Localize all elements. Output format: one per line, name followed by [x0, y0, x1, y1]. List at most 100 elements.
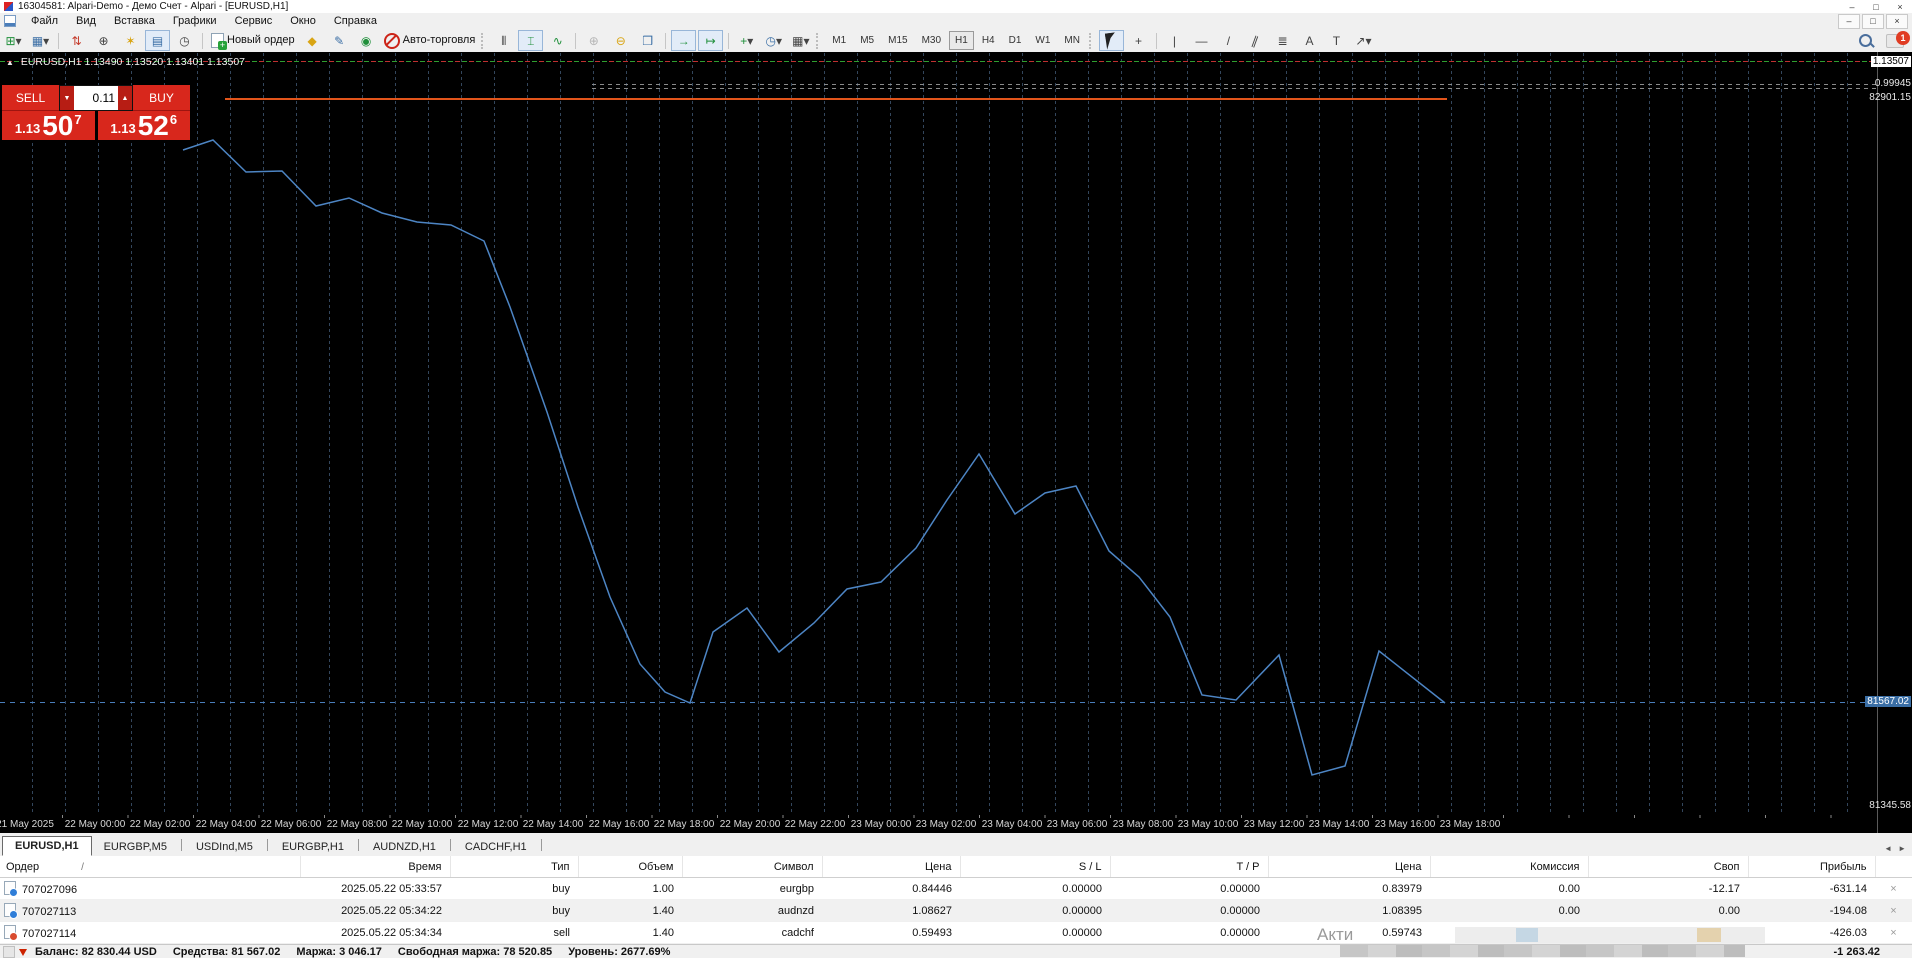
menu-file[interactable]: Файл	[22, 15, 67, 27]
bar-chart-button[interactable]: ⫴	[491, 30, 516, 51]
child-restore-button[interactable]: □	[1862, 13, 1884, 29]
menu-charts[interactable]: Графики	[164, 15, 226, 27]
time-label: 22 May 14:00	[522, 819, 584, 830]
toolbar-grip	[481, 32, 486, 49]
col-symbol[interactable]: Символ	[682, 856, 823, 878]
channel-tool[interactable]: ∥	[1243, 30, 1268, 51]
order-row[interactable]: 707027096 2025.05.22 05:33:57 buy 1.00 e…	[0, 877, 1912, 900]
col-commission[interactable]: Комиссия	[1430, 856, 1589, 878]
censor-blur	[1340, 945, 1745, 957]
tab-eurusd-h1[interactable]: EURUSD,H1	[2, 836, 92, 856]
tab-scroll-left-icon[interactable]: ◄	[1884, 844, 1892, 853]
menu-insert[interactable]: Вставка	[105, 15, 164, 27]
chart-shift-button[interactable]: ↦	[698, 30, 724, 51]
new-order-button[interactable]: + Новый ордер	[208, 30, 298, 51]
timeframe-m1[interactable]: M1	[826, 31, 852, 50]
horizontal-line-tool[interactable]: —	[1189, 30, 1214, 51]
col-sl[interactable]: S / L	[960, 856, 1111, 878]
menu-help[interactable]: Справка	[325, 15, 386, 27]
col-volume[interactable]: Объем	[578, 856, 683, 878]
fibonacci-tool[interactable]: ≣	[1270, 30, 1295, 51]
new-chart-button[interactable]: ⊞ ▾	[1, 30, 26, 51]
col-time[interactable]: Время	[300, 856, 451, 878]
search-icon[interactable]	[1859, 34, 1872, 47]
cursor-tool-button[interactable]	[1098, 30, 1124, 51]
time-label: 23 May 08:00	[1112, 819, 1174, 830]
tab-usdind-m5[interactable]: USDInd,M5	[184, 838, 265, 856]
crosshair-tool-button[interactable]: +	[1126, 30, 1151, 51]
col-open-price[interactable]: Цена	[822, 856, 961, 878]
strategy-tester-button[interactable]: ◷	[172, 30, 197, 51]
tab-eurgbp-m5[interactable]: EURGBP,M5	[92, 838, 179, 856]
col-order[interactable]: Ордер /	[0, 856, 301, 878]
tab-scroll-right-icon[interactable]: ►	[1898, 844, 1906, 853]
buy-button[interactable]: BUY	[133, 85, 190, 111]
text-tool[interactable]: A	[1297, 30, 1322, 51]
timeframe-d1[interactable]: D1	[1003, 31, 1028, 50]
volume-down-button[interactable]: ▼	[60, 86, 74, 110]
ask-price[interactable]: 1.13 52 6	[97, 111, 190, 140]
timeframe-h1[interactable]: H1	[949, 31, 974, 50]
chart-area[interactable]: ▲ EURUSD,H1 1.13490 1.13520 1.13401 1.13…	[0, 52, 1877, 815]
current-price-label: 1.13507	[1870, 56, 1911, 67]
timeframe-m5[interactable]: M5	[854, 31, 880, 50]
indicators-button[interactable]: + ▾	[734, 30, 759, 51]
megaphone-icon[interactable]: ◆	[300, 30, 325, 51]
label-tool[interactable]: T	[1324, 30, 1349, 51]
order-row[interactable]: 707027113 2025.05.22 05:34:22 buy 1.40 a…	[0, 899, 1912, 922]
menu-window[interactable]: Окно	[281, 15, 325, 27]
trendline-tool[interactable]: /	[1216, 30, 1241, 51]
autotrading-disabled-icon	[383, 32, 400, 49]
close-position-icon[interactable]: ×	[1875, 899, 1912, 922]
data-window-button[interactable]: ⊕	[91, 30, 116, 51]
price-axis[interactable]: 1.13507 0.99945 82901.15 81567.02 81345.…	[1865, 52, 1912, 833]
child-minimize-button[interactable]: ‒	[1838, 13, 1860, 29]
col-type[interactable]: Тип	[450, 856, 579, 878]
volume-input[interactable]: 0.11	[74, 86, 118, 110]
autoscroll-button[interactable]: →	[671, 30, 697, 51]
close-position-icon[interactable]: ×	[1875, 921, 1912, 944]
tab-audnzd-h1[interactable]: AUDNZD,H1	[361, 838, 448, 856]
zoom-out-button[interactable]: ⊖	[608, 30, 633, 51]
time-label: 22 May 18:00	[653, 819, 715, 830]
navigator-button[interactable]: ✶	[118, 30, 143, 51]
arrows-tool[interactable]: ↗ ▾	[1351, 30, 1376, 51]
autotrading-button[interactable]: Авто-торговля	[381, 30, 479, 51]
market-watch-button[interactable]: ⇅	[64, 30, 89, 51]
line-chart-button[interactable]: ∿	[545, 30, 570, 51]
templates-button[interactable]: ▦ ▾	[788, 30, 813, 51]
volume-up-button[interactable]: ▲	[118, 86, 132, 110]
metaeditor-button[interactable]: ✎	[327, 30, 352, 51]
col-current-price[interactable]: Цена	[1268, 856, 1431, 878]
vertical-line-tool[interactable]: |	[1162, 30, 1187, 51]
tab-eurgbp-h1[interactable]: EURGBP,H1	[270, 838, 356, 856]
timeframe-h4[interactable]: H4	[976, 31, 1001, 50]
close-button[interactable]: ×	[1888, 1, 1912, 13]
minimize-button[interactable]: ‒	[1840, 1, 1864, 13]
child-close-button[interactable]: ×	[1886, 13, 1908, 29]
periods-button[interactable]: ◷ ▾	[761, 30, 786, 51]
signals-button[interactable]: ◉	[354, 30, 379, 51]
order-buy-icon	[4, 903, 18, 919]
timeframe-m15[interactable]: M15	[882, 31, 913, 50]
sell-button[interactable]: SELL	[2, 85, 59, 111]
notification-icon[interactable]: 1	[1886, 30, 1910, 48]
candlestick-chart-button[interactable]: ⌶	[518, 30, 544, 51]
menu-view[interactable]: Вид	[67, 15, 105, 27]
timeframe-w1[interactable]: W1	[1029, 31, 1056, 50]
tab-cadchf-h1[interactable]: CADCHF,H1	[453, 838, 539, 856]
zoom-in-button[interactable]: ⊕	[581, 30, 606, 51]
terminal-button[interactable]: ▤	[145, 30, 170, 51]
bid-price[interactable]: 1.13 50 7	[2, 111, 95, 140]
col-swap[interactable]: Своп	[1588, 856, 1749, 878]
col-tp[interactable]: T / P	[1110, 856, 1269, 878]
close-position-icon[interactable]: ×	[1875, 877, 1912, 900]
time-axis[interactable]: 21 May 2025 22 May 00:00 22 May 02:00 22…	[0, 815, 1877, 833]
menu-tools[interactable]: Сервис	[226, 15, 282, 27]
profiles-button[interactable]: ▦ ▾	[28, 30, 53, 51]
timeframe-m30[interactable]: M30	[916, 31, 947, 50]
timeframe-mn[interactable]: MN	[1058, 31, 1086, 50]
col-profit[interactable]: Прибыль	[1748, 856, 1876, 878]
tile-windows-button[interactable]: ❒	[635, 30, 660, 51]
maximize-button[interactable]: □	[1864, 1, 1888, 13]
